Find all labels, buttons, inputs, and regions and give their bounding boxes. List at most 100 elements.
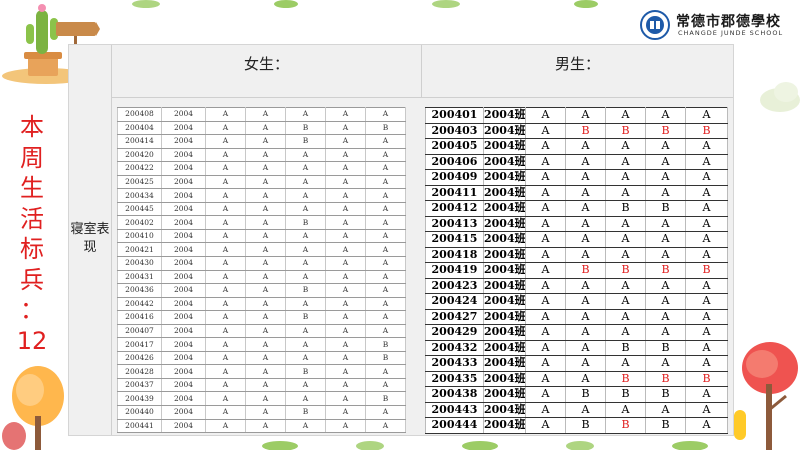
grade-cell: A (285, 297, 326, 312)
dorm-number-cell: 200404 (117, 121, 162, 136)
grade-cell: A (685, 216, 728, 232)
title-char: 活 (20, 204, 44, 233)
grade-cell: A (205, 107, 246, 122)
grade-cell: A (205, 337, 246, 352)
table-row: 200411 2004班 A A A A A (425, 185, 728, 201)
class-cell: 2004班 (483, 185, 526, 201)
grade-cell: A (605, 247, 646, 263)
grade-cell: A (325, 270, 366, 285)
grade-cell: A (205, 121, 246, 136)
class-cell: 2004班 (483, 123, 526, 139)
table-row: 200413 2004班 A A A A A (425, 216, 728, 232)
grade-cell: A (365, 405, 406, 420)
grade-cell: A (565, 355, 606, 372)
dorm-number-cell: 200407 (117, 324, 162, 339)
class-cell: 2004 (161, 405, 206, 420)
grade-cell: B (565, 123, 606, 139)
dorm-number-cell: 200403 (425, 123, 484, 139)
grade-cell: A (325, 283, 366, 298)
table-row: 200428 2004 A A B A A (117, 364, 406, 379)
table-row: 200431 2004 A A A A A (117, 270, 406, 285)
grade-cell: A (365, 256, 406, 271)
grade-cell: A (245, 134, 286, 149)
class-cell: 2004班 (483, 340, 526, 356)
table-row: 200445 2004 A A A A A (117, 202, 406, 217)
grade-cell: A (325, 215, 366, 230)
plant-leaves-top (132, 0, 598, 8)
grade-cell: A (605, 216, 646, 232)
grade-cell: B (365, 121, 406, 136)
grade-cell: A (565, 247, 606, 263)
table-row: 200443 2004班 A A A A A (425, 402, 728, 418)
grade-cell: A (245, 419, 286, 434)
grade-cell: B (605, 123, 646, 139)
class-cell: 2004 (161, 202, 206, 217)
table-row: 200420 2004 A A A A A (117, 148, 406, 163)
class-cell: 2004 (161, 188, 206, 203)
grade-cell: A (285, 324, 326, 339)
school-name-en: CHANGDE JUNDE SCHOOL (678, 29, 784, 37)
dorm-number-cell: 200441 (117, 419, 162, 434)
grade-cell: A (565, 138, 606, 155)
grade-cell: A (205, 256, 246, 271)
grade-cell: A (605, 355, 646, 372)
grade-cell: B (645, 123, 686, 139)
dorm-number-cell: 200428 (117, 364, 162, 379)
school-emblem-icon (640, 10, 670, 40)
grade-cell: A (565, 200, 606, 217)
dorm-number-cell: 200440 (117, 405, 162, 420)
table-row: 200403 2004班 A B B B B (425, 123, 728, 139)
dorm-number-cell: 200405 (425, 138, 484, 155)
grade-cell: A (525, 340, 566, 356)
grade-cell: A (685, 386, 728, 403)
grade-cell: B (565, 417, 606, 434)
grade-cell: A (205, 391, 246, 407)
class-cell: 2004班 (483, 154, 526, 170)
grade-cell: A (685, 402, 728, 418)
grade-cell: A (245, 256, 286, 271)
grade-cell: A (525, 231, 566, 248)
grade-cell: B (605, 386, 646, 403)
class-cell: 2004 (161, 270, 206, 285)
table-row: 200421 2004 A A A A A (117, 242, 406, 257)
class-cell: 2004班 (483, 216, 526, 232)
grade-cell: A (205, 175, 246, 190)
dorm-performance-panel: 寝室表现 女生： 男生： 200408 2004 A A A A A 200404 2004 A A… (68, 44, 734, 436)
grade-cell: A (605, 138, 646, 155)
grade-cell: B (285, 134, 326, 149)
grade-cell: A (525, 402, 566, 418)
grade-cell: A (245, 364, 286, 379)
grade-cell: A (685, 169, 728, 186)
dorm-number-cell: 200417 (117, 337, 162, 352)
grade-cell: A (565, 107, 606, 124)
table-row: 200438 2004班 A B B B A (425, 386, 728, 403)
title-char: 标 (20, 235, 44, 263)
grade-cell: A (525, 324, 566, 341)
grade-cell: A (245, 242, 286, 257)
grade-cell: B (365, 391, 406, 407)
row-label-column: 寝室表现 (69, 45, 112, 435)
class-cell: 2004 (161, 297, 206, 312)
class-cell: 2004班 (483, 402, 526, 418)
grade-cell: A (605, 309, 646, 325)
grade-cell: A (565, 169, 606, 186)
grade-cell: A (605, 278, 646, 294)
grade-cell: A (565, 402, 606, 418)
dorm-number-cell: 200438 (425, 386, 484, 403)
grade-cell: A (685, 324, 728, 341)
grade-cell: A (565, 324, 606, 341)
grade-cell: A (645, 247, 686, 263)
grade-cell: A (325, 364, 366, 379)
grade-cell: A (245, 351, 286, 366)
grade-cell: A (605, 185, 646, 201)
grade-cell: B (285, 121, 326, 136)
grade-cell: A (685, 293, 728, 310)
dorm-number-cell: 200439 (117, 391, 162, 407)
grade-cell: A (205, 229, 246, 244)
grade-cell: A (245, 378, 286, 393)
grade-cell: A (525, 417, 566, 434)
grade-cell: A (365, 242, 406, 257)
dorm-number-cell: 200416 (117, 310, 162, 325)
grade-cell: A (525, 262, 566, 279)
girls-header: 女生： (112, 45, 422, 98)
